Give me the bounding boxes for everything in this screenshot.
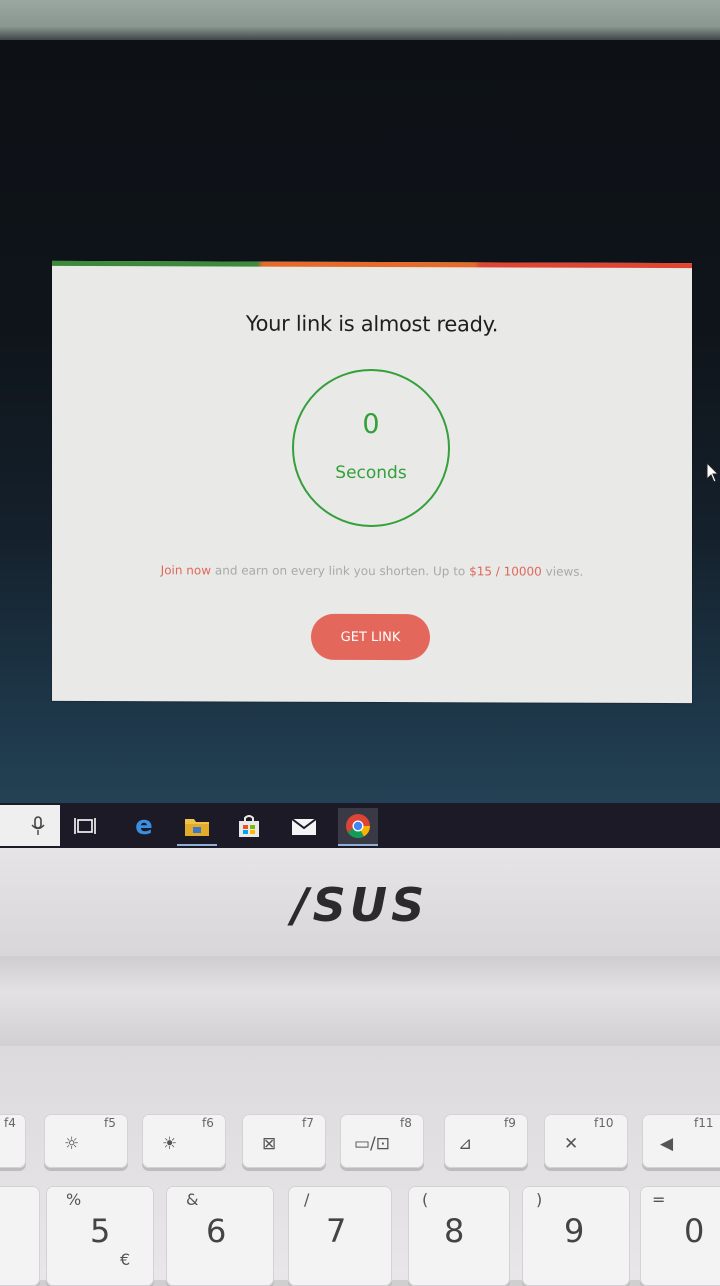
- mail-icon[interactable]: [284, 808, 324, 844]
- key-6-main: 6: [206, 1212, 227, 1250]
- promo-text: Join now and earn on every link you shor…: [52, 563, 692, 579]
- key-9-shift: ): [536, 1190, 543, 1209]
- key-f10-label: f10: [594, 1116, 614, 1130]
- key-6[interactable]: & 6: [166, 1186, 274, 1286]
- key-f4-label: f4: [4, 1116, 16, 1130]
- key-5[interactable]: % 5 €: [46, 1186, 154, 1286]
- link-ready-dialog: Your link is almost ready. 0 Seconds Joi…: [52, 260, 692, 704]
- projector-icon: ▭/⊡: [354, 1134, 391, 1154]
- key-7-main: 7: [326, 1212, 347, 1250]
- chrome-icon[interactable]: [338, 808, 378, 846]
- key-5-shift: %: [66, 1190, 82, 1209]
- key-6-shift: &: [186, 1190, 199, 1209]
- key-f6[interactable]: f6 ☀: [142, 1114, 226, 1168]
- key-8-shift: (: [422, 1190, 429, 1209]
- key-f5[interactable]: f5 ☼: [44, 1114, 128, 1168]
- key-f9[interactable]: f9 ⊿: [444, 1114, 528, 1168]
- key-0-main: 0: [684, 1212, 705, 1250]
- key-f7[interactable]: f7 ⊠: [242, 1114, 326, 1168]
- file-explorer-icon[interactable]: [177, 808, 217, 846]
- key-f7-label: f7: [302, 1116, 314, 1130]
- key-f10[interactable]: f10 ✕: [544, 1114, 628, 1168]
- asus-logo: /SUS: [291, 878, 429, 932]
- display-off-icon: ⊠: [262, 1134, 277, 1154]
- mute-icon: ✕: [564, 1134, 579, 1154]
- dialog-color-stripe: [52, 260, 692, 269]
- key-f5-label: f5: [104, 1116, 116, 1130]
- key-9[interactable]: ) 9: [522, 1186, 630, 1286]
- key-f8[interactable]: f8 ▭/⊡: [340, 1114, 424, 1168]
- dialog-title: Your link is almost ready.: [245, 311, 499, 337]
- join-now-link[interactable]: Join now: [161, 563, 211, 577]
- key-f6-label: f6: [202, 1116, 214, 1130]
- task-view-icon[interactable]: [65, 808, 105, 844]
- taskbar: e: [0, 803, 720, 848]
- brightness-up-icon: ☀: [162, 1134, 178, 1154]
- key-f4[interactable]: f4: [0, 1114, 26, 1168]
- key-f11[interactable]: f11 ◀: [642, 1114, 720, 1168]
- promo-text-part-1: and earn on every link you shorten. Up t…: [211, 563, 470, 579]
- countdown-timer: 0 Seconds: [292, 368, 450, 528]
- mouse-cursor-icon: [706, 462, 718, 483]
- brightness-down-icon: ☼: [64, 1134, 80, 1154]
- promo-rate: $15 / 10000: [469, 564, 542, 579]
- store-icon[interactable]: [229, 808, 269, 844]
- microphone-icon[interactable]: [18, 808, 58, 844]
- key-9-main: 9: [564, 1212, 585, 1250]
- key-f11-label: f11: [694, 1116, 714, 1130]
- key-8-main: 8: [444, 1212, 465, 1250]
- monitor-bezel: [0, 0, 720, 44]
- key-5-main: 5: [90, 1212, 111, 1250]
- key-7-shift: /: [304, 1190, 310, 1209]
- key-8[interactable]: ( 8: [408, 1186, 510, 1286]
- key-4[interactable]: [0, 1186, 40, 1286]
- key-0[interactable]: = 0: [640, 1186, 720, 1286]
- volume-down-icon: ◀: [660, 1134, 674, 1154]
- key-f8-label: f8: [400, 1116, 412, 1130]
- touchpad-icon: ⊿: [458, 1134, 473, 1154]
- promo-text-part-2: views.: [541, 564, 584, 579]
- laptop-hinge: [0, 956, 720, 1046]
- edge-browser-icon[interactable]: e: [124, 808, 164, 844]
- countdown-unit: Seconds: [335, 462, 407, 484]
- key-f9-label: f9: [504, 1116, 516, 1130]
- key-5-euro: €: [120, 1250, 131, 1269]
- key-7[interactable]: / 7: [288, 1186, 392, 1286]
- key-0-shift: =: [652, 1190, 666, 1209]
- countdown-value: 0: [362, 408, 380, 441]
- get-link-button[interactable]: GET LINK: [311, 613, 430, 661]
